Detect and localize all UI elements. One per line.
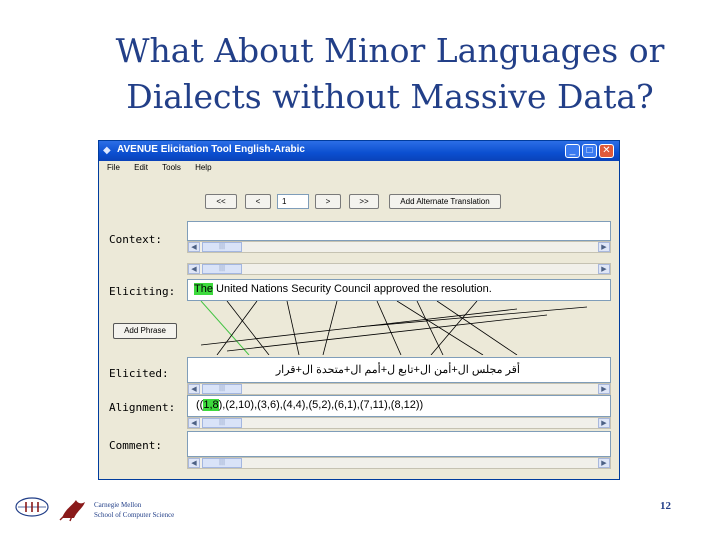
app-window: ◆ AVENUE Elicitation Tool English-Arabic…: [98, 140, 620, 480]
alignment-link: [200, 301, 250, 355]
scroll-right-icon[interactable]: ▶: [598, 242, 610, 252]
elicited-field[interactable]: أقر مجلس ال+أمن ال+تابع ل+أمم ال+متحدة ا…: [187, 357, 611, 383]
maximize-button[interactable]: □: [582, 144, 597, 158]
alignment-link: [322, 301, 338, 355]
scroll-left-icon[interactable]: ◀: [188, 264, 200, 274]
slide-title-line-2: Dialects without Massive Data?: [126, 77, 654, 116]
menu-file[interactable]: File: [107, 163, 120, 172]
first-button[interactable]: <<: [205, 194, 237, 209]
alignment-link: [436, 301, 518, 355]
previous-button[interactable]: <: [245, 194, 271, 209]
alignment-highlight: 1,8: [203, 399, 219, 411]
scroll-left-icon[interactable]: ◀: [188, 458, 200, 468]
comment-field[interactable]: [187, 431, 611, 457]
dragon-logo-icon: [59, 500, 85, 522]
scroll-right-icon[interactable]: ▶: [598, 418, 610, 428]
eliciting-rest: United Nations Security Council approved…: [212, 283, 492, 295]
eliciting-field[interactable]: The United Nations Security Council appr…: [187, 279, 611, 301]
eliciting-text: The United Nations Security Council appr…: [194, 283, 492, 295]
context-label: Context:: [109, 233, 162, 246]
elicited-text: أقر مجلس ال+أمن ال+تابع ل+أمم ال+متحدة ا…: [275, 364, 520, 376]
page-number: 12: [660, 500, 671, 512]
menu-tools[interactable]: Tools: [162, 163, 181, 172]
context-field[interactable]: [187, 221, 611, 241]
scroll-thumb[interactable]: |||: [202, 264, 242, 274]
close-button[interactable]: ✕: [599, 144, 614, 158]
alignment-link: [376, 301, 402, 355]
slide-title: What About Minor Languages or Dialects w…: [70, 28, 710, 120]
window-titlebar[interactable]: ◆ AVENUE Elicitation Tool English-Arabic…: [99, 141, 619, 161]
footer-line-1: Carnegie Mellon: [94, 501, 142, 509]
add-phrase-button[interactable]: Add Phrase: [113, 323, 177, 339]
alignment-link: [356, 306, 588, 328]
alignment-link: [216, 301, 258, 355]
scroll-left-icon[interactable]: ◀: [188, 418, 200, 428]
scroll-thumb[interactable]: |||: [202, 384, 242, 394]
alignment-lines: [200, 301, 588, 355]
scroll-thumb[interactable]: |||: [202, 242, 242, 252]
alignment-rest: ),(2,10),(3,6),(4,4),(5,2),(6,1),(7,11),…: [218, 399, 424, 411]
elicited-scrollbar[interactable]: ◀ ||| ▶: [187, 383, 611, 395]
add-alternate-translation-button[interactable]: Add Alternate Translation: [389, 194, 501, 209]
alignment-label: Alignment:: [109, 401, 176, 414]
menu-bar: File Edit Tools Help: [99, 161, 619, 175]
last-button[interactable]: >>: [349, 194, 379, 209]
menu-edit[interactable]: Edit: [134, 163, 148, 172]
lti-logo-icon: [15, 497, 49, 517]
alignment-scrollbar[interactable]: ◀ ||| ▶: [187, 417, 611, 429]
next-button[interactable]: >: [315, 194, 341, 209]
scroll-thumb[interactable]: |||: [202, 458, 242, 468]
app-icon: ◆: [103, 145, 111, 156]
minimize-button[interactable]: _: [565, 144, 580, 158]
scroll-thumb[interactable]: |||: [202, 418, 242, 428]
comment-scrollbar[interactable]: ◀ ||| ▶: [187, 457, 611, 469]
menu-help[interactable]: Help: [195, 163, 211, 172]
comment-label: Comment:: [109, 439, 162, 452]
alignment-field[interactable]: ((1,8),(2,10),(3,6),(4,4),(5,2),(6,1),(7…: [187, 395, 611, 417]
alignment-link: [286, 301, 300, 355]
eliciting-top-scrollbar[interactable]: ◀ ||| ▶: [187, 263, 611, 275]
alignment-text: ((1,8),(2,10),(3,6),(4,4),(5,2),(6,1),(7…: [196, 399, 423, 411]
scroll-left-icon[interactable]: ◀: [188, 384, 200, 394]
scroll-right-icon[interactable]: ▶: [598, 458, 610, 468]
scroll-right-icon[interactable]: ▶: [598, 384, 610, 394]
slide-title-line-1: What About Minor Languages or: [115, 31, 665, 70]
footer-text: Carnegie Mellon School of Computer Scien…: [94, 500, 174, 520]
scroll-right-icon[interactable]: ▶: [598, 264, 610, 274]
eliciting-highlight-word[interactable]: The: [194, 283, 213, 295]
elicited-label: Elicited:: [109, 367, 169, 380]
footer-line-2: School of Computer Science: [94, 511, 175, 519]
alignment-link: [226, 314, 548, 352]
eliciting-label: Eliciting:: [109, 285, 176, 298]
sentence-index-field[interactable]: 1: [277, 194, 309, 209]
context-scrollbar[interactable]: ◀ ||| ▶: [187, 241, 611, 253]
window-title: AVENUE Elicitation Tool English-Arabic: [117, 144, 305, 155]
scroll-left-icon[interactable]: ◀: [188, 242, 200, 252]
